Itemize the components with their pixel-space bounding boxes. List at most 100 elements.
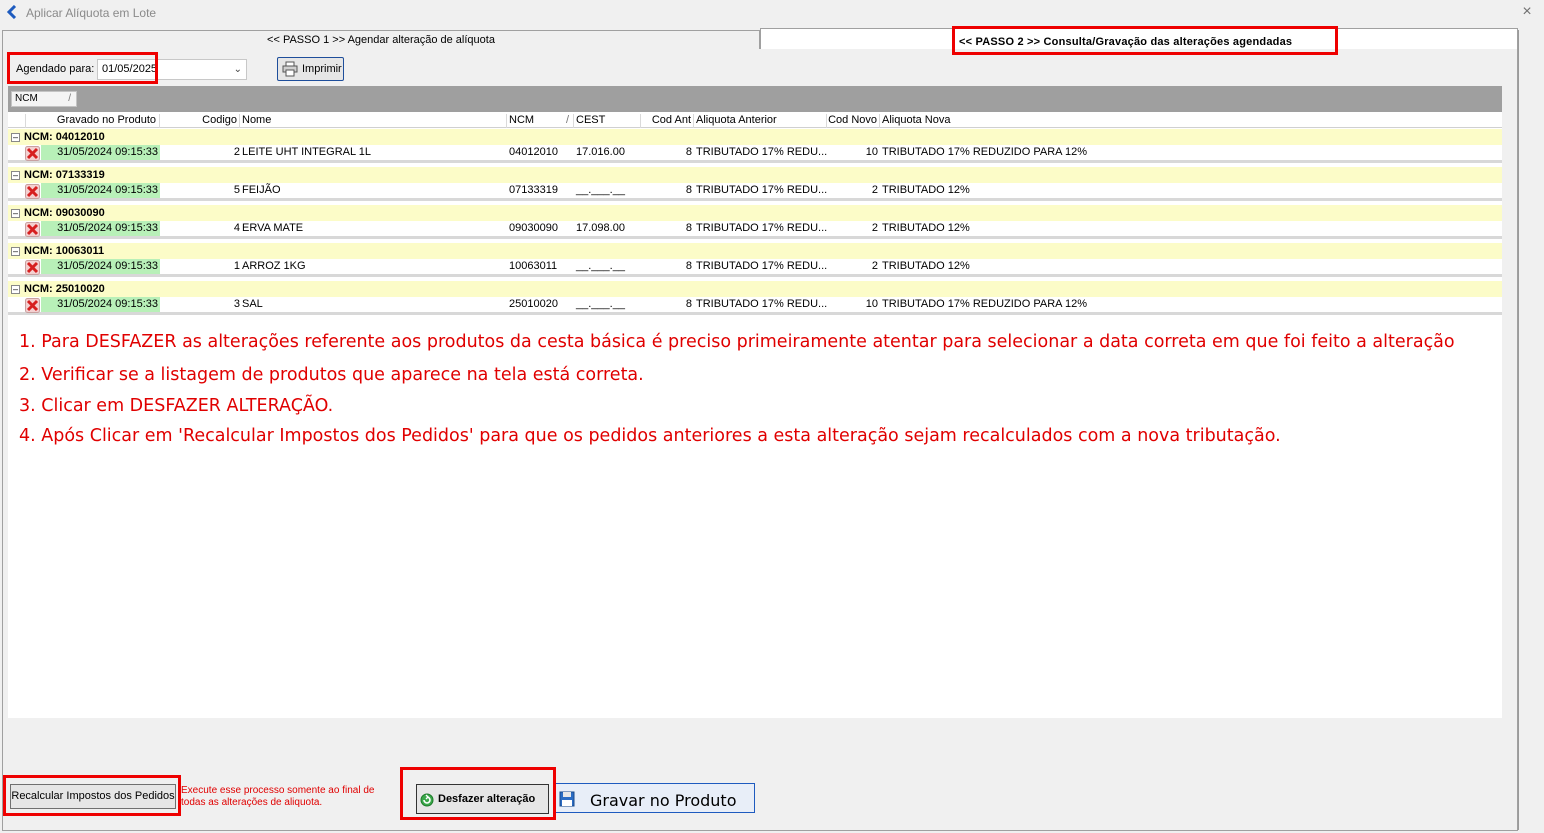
panel-edge	[1518, 30, 1519, 830]
instruction-line: 3. Clicar em DESFAZER ALTERAÇÃO.	[19, 396, 334, 416]
instruction-line: 2. Verificar se a listagem de produtos q…	[19, 365, 644, 385]
tab-passo-2[interactable]: << PASSO 2 >> Consulta/Gravação das alte…	[760, 28, 1518, 50]
cell-cod-ant: 8	[685, 146, 692, 158]
cell-cod-novo: 2	[871, 260, 878, 272]
cell-cod-novo: 2	[871, 184, 878, 196]
cell-cod-novo: 10	[865, 146, 878, 158]
cell-cest: __.___.__	[576, 184, 625, 196]
cell-ncm: 09030090	[509, 222, 558, 234]
tab-passo-1[interactable]: << PASSO 1 >> Agendar alteração de alíqu…	[2, 30, 760, 50]
date-picker[interactable]: 01/05/2025 ⌄	[97, 59, 247, 80]
chevron-down-icon[interactable]: ⌄	[234, 64, 242, 75]
table-row[interactable]: 31/05/2024 09:15:33 1 ARROZ 1KG 10063011 __.…	[8, 259, 1502, 277]
window-title: Aplicar Alíquota em Lote	[26, 6, 157, 20]
cell-cest: __.___.__	[576, 260, 625, 272]
delete-icon[interactable]	[25, 184, 40, 199]
sort-indicator-icon: /	[565, 114, 569, 126]
cell-ncm: 07133319	[509, 184, 558, 196]
delete-icon[interactable]	[25, 222, 40, 237]
group-label: NCM: 09030090	[24, 207, 105, 219]
undo-label: Desfazer alteração	[438, 793, 536, 805]
recalculate-label: Recalcular Impostos dos Pedidos	[11, 790, 175, 802]
cell-ncm: 04012010	[509, 146, 558, 158]
save-to-product-label: Gravar no Produto	[590, 791, 737, 810]
instruction-line: 4. Após Clicar em 'Recalcular Impostos d…	[19, 426, 1281, 446]
collapse-icon[interactable]: –	[11, 171, 20, 180]
recalculate-taxes-button[interactable]: Recalcular Impostos dos Pedidos	[10, 784, 176, 809]
group-row[interactable]: – NCM: 25010020	[8, 281, 1502, 297]
group-row[interactable]: – NCM: 04012010	[8, 129, 1502, 145]
cell-aliq-ant: TRIBUTADO 17% REDU...	[696, 184, 828, 196]
print-button[interactable]: Imprimir	[277, 57, 344, 81]
collapse-icon[interactable]: –	[11, 285, 20, 294]
agendado-label: Agendado para:	[16, 63, 95, 75]
header-nome[interactable]: Nome	[240, 114, 507, 128]
close-icon[interactable]: ×	[1520, 3, 1534, 21]
sort-indicator-icon: /	[68, 93, 71, 104]
collapse-icon[interactable]: –	[11, 133, 20, 142]
header-cod-ant[interactable]: Cod Ant	[641, 114, 694, 128]
cell-codigo: 2	[233, 146, 240, 158]
cell-cod-novo: 2	[871, 222, 878, 234]
group-chip-ncm[interactable]: NCM /	[11, 91, 77, 107]
cell-ncm: 10063011	[509, 260, 558, 272]
recalculate-note-line: todas as alterações de aliquota.	[181, 797, 323, 808]
print-label: Imprimir	[302, 63, 342, 75]
header-cest[interactable]: CEST	[574, 114, 641, 128]
recalculate-note: Execute esse processo somente ao final d…	[181, 785, 374, 809]
tab-label: << PASSO 1 >> Agendar alteração de alíqu…	[267, 34, 495, 46]
delete-icon[interactable]	[25, 146, 40, 161]
cell-nome: SAL	[242, 298, 263, 310]
app-logo-icon	[6, 5, 17, 19]
group-row[interactable]: – NCM: 07133319	[8, 167, 1502, 183]
instruction-line: 1. Para DESFAZER as alterações referente…	[19, 332, 1455, 352]
cell-gravado: 31/05/2024 09:15:33	[41, 297, 160, 312]
header-ncm[interactable]: NCM /	[507, 114, 574, 128]
header-gravado[interactable]: Gravado no Produto	[26, 114, 160, 128]
cell-aliq-nova: TRIBUTADO 12%	[882, 222, 970, 234]
collapse-icon[interactable]: –	[11, 209, 20, 218]
cell-cest: 17.016.00	[576, 146, 625, 158]
cell-aliq-ant: TRIBUTADO 17% REDU...	[696, 222, 828, 234]
cell-aliq-nova: TRIBUTADO 17% REDUZIDO PARA 12%	[882, 298, 1087, 310]
group-label: NCM: 25010020	[24, 283, 105, 295]
cell-nome: FEIJÃO	[242, 184, 281, 196]
group-row[interactable]: – NCM: 10063011	[8, 243, 1502, 259]
group-chip-label: NCM	[15, 93, 38, 104]
cell-aliq-nova: TRIBUTADO 17% REDUZIDO PARA 12%	[882, 146, 1087, 158]
floppy-disk-icon	[559, 791, 575, 807]
header-ncm-label: NCM	[509, 114, 535, 126]
cell-aliq-ant: TRIBUTADO 17% REDU...	[696, 298, 828, 310]
tab-strip: << PASSO 1 >> Agendar alteração de alíqu…	[0, 28, 1544, 50]
table-row[interactable]: 31/05/2024 09:15:33 3 SAL 25010020 __.___.__…	[8, 297, 1502, 315]
cell-codigo: 4	[233, 222, 240, 234]
title-bar: Aplicar Alíquota em Lote ×	[0, 0, 1544, 26]
cell-gravado: 31/05/2024 09:15:33	[41, 259, 160, 274]
header-cod-novo[interactable]: Cod Novo	[827, 114, 880, 128]
printer-icon	[282, 61, 298, 77]
table-row[interactable]: 31/05/2024 09:15:33 2 LEITE UHT INTEGRAL 1…	[8, 145, 1502, 163]
table-row[interactable]: 31/05/2024 09:15:33 5 FEIJÃO 07133319 __.___…	[8, 183, 1502, 201]
cell-cod-ant: 8	[685, 184, 692, 196]
cell-aliq-nova: TRIBUTADO 12%	[882, 184, 970, 196]
cell-cest: __.___.__	[576, 298, 625, 310]
undo-change-button[interactable]: Desfazer alteração	[416, 784, 549, 814]
delete-icon[interactable]	[25, 298, 40, 313]
cell-nome: ERVA MATE	[242, 222, 304, 234]
header-aliq-nova[interactable]: Aliquota Nova	[880, 114, 1080, 128]
group-label: NCM: 07133319	[24, 169, 105, 181]
cell-gravado: 31/05/2024 09:15:33	[41, 221, 160, 236]
group-label: NCM: 10063011	[24, 245, 105, 257]
save-to-product-button[interactable]: Gravar no Produto	[555, 783, 755, 813]
table-row[interactable]: 31/05/2024 09:15:33 4 ERVA MATE 09030090 17.…	[8, 221, 1502, 239]
cell-cod-ant: 8	[685, 298, 692, 310]
group-by-panel: NCM /	[8, 86, 1502, 112]
delete-icon[interactable]	[25, 260, 40, 275]
cell-codigo: 1	[233, 260, 240, 272]
header-aliq-ant[interactable]: Aliquota Anterior	[694, 114, 827, 128]
collapse-icon[interactable]: –	[11, 247, 20, 256]
header-codigo[interactable]: Codigo	[160, 114, 240, 128]
cell-ncm: 25010020	[509, 298, 558, 310]
group-label: NCM: 04012010	[24, 131, 105, 143]
group-row[interactable]: – NCM: 09030090	[8, 205, 1502, 221]
